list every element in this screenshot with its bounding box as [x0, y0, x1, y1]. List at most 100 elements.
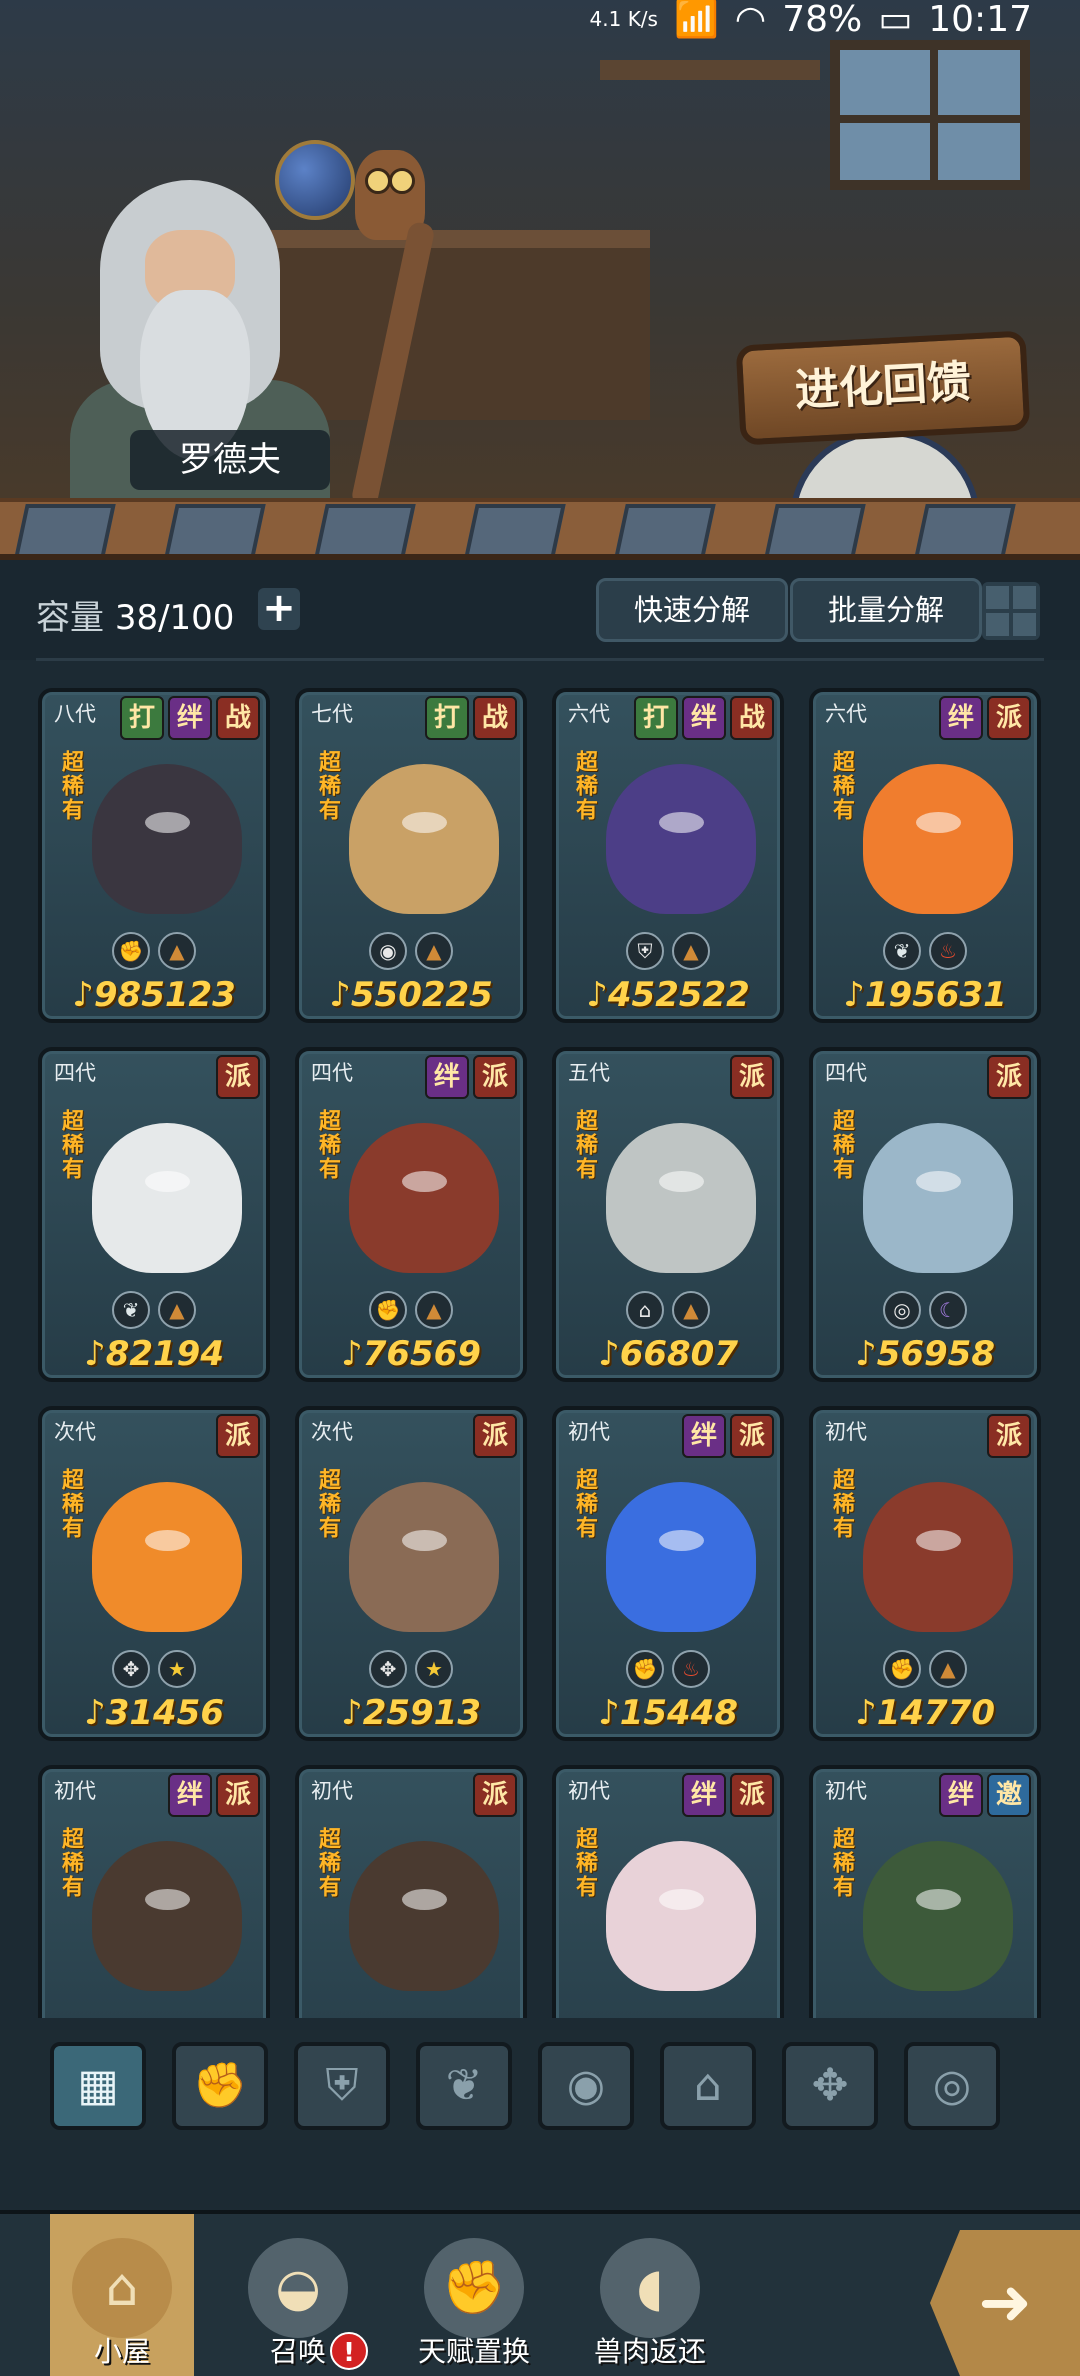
egg-icon: ◒: [248, 2238, 348, 2338]
power-number: 452522: [607, 975, 750, 1015]
trait-tag: 绊: [682, 1414, 726, 1458]
power-icon: ♪: [598, 1693, 620, 1733]
grid-view-icon[interactable]: [982, 582, 1040, 640]
pet-card[interactable]: 四代 绊派超稀有 ✊ ▲ ♪76569: [295, 1047, 527, 1382]
power-value: ♪76569: [299, 1334, 523, 1374]
pet-card[interactable]: 六代打绊战超稀有 ⛨ ▲ ♪452522: [552, 688, 784, 1023]
alien-filter-button[interactable]: ◉: [538, 2042, 634, 2130]
evolve-reward-button[interactable]: 进化回馈: [735, 330, 1031, 446]
batch-decompose-button[interactable]: 批量分解: [790, 578, 982, 642]
nav-house[interactable]: ⌂ 小屋: [50, 2214, 194, 2376]
trait-tag: 战: [730, 696, 774, 740]
forward-arrow-button[interactable]: ➜: [930, 2230, 1080, 2376]
moon-icon: ☾: [929, 1291, 967, 1329]
trait-tags: 打绊战: [120, 696, 260, 740]
star-icon: ★: [158, 1650, 196, 1688]
generation-label: 五代: [568, 1061, 610, 1085]
tower-filter-button[interactable]: ⌂: [660, 2042, 756, 2130]
earth-icon: ▲: [929, 1650, 967, 1688]
fist-icon: ✊: [424, 2238, 524, 2338]
fist-icon: ✊: [883, 1650, 921, 1688]
battery-text: 78%: [782, 0, 863, 40]
nav-talent-swap-label: 天赋置换: [417, 2335, 530, 2368]
all-types-filter-button[interactable]: ▦: [50, 2042, 146, 2130]
trait-tag: 派: [216, 1773, 260, 1817]
nav-talent-swap[interactable]: ✊ 天赋置换: [402, 2214, 546, 2376]
pet-card[interactable]: 初代 绊派超稀有: [552, 1765, 784, 2018]
add-capacity-button[interactable]: +: [258, 588, 300, 630]
pet-card[interactable]: 初代 绊派超稀有 ✊ ♨ ♪15448: [552, 1406, 784, 1741]
shield-wings-filter-button[interactable]: ⛨: [294, 2042, 390, 2130]
trait-tags: 绊派: [168, 1773, 260, 1817]
pet-card[interactable]: 四代 派超稀有 ◎ ☾ ♪56958: [809, 1047, 1041, 1382]
fist-filter-button[interactable]: ✊: [172, 2042, 268, 2130]
trait-tag: 绊: [168, 696, 212, 740]
power-value: ♪66807: [556, 1334, 780, 1374]
alien-icon: ◉: [369, 932, 407, 970]
pet-card[interactable]: 初代 绊派超稀有: [38, 1765, 270, 2018]
trait-tags: 绊派: [939, 696, 1031, 740]
power-value: ♪25913: [299, 1693, 523, 1733]
pet-card[interactable]: 七代 打战超稀有 ◉ ▲ ♪550225: [295, 688, 527, 1023]
pet-card[interactable]: 次代 派超稀有 ✥ ★ ♪25913: [295, 1406, 527, 1741]
generation-label: 初代: [825, 1420, 867, 1444]
pet-card[interactable]: 四代 派超稀有 ❦ ▲ ♪82194: [38, 1047, 270, 1382]
trait-tags: 绊派: [425, 1055, 517, 1099]
status-bar: 4.1 K/s 📶 ◠ 78% ▭ 10:17: [0, 0, 1080, 40]
plank-slab: [314, 504, 416, 554]
creature-portrait: [606, 1123, 756, 1273]
grid-cell: [986, 613, 1009, 636]
pet-card[interactable]: 次代 派超稀有 ✥ ★ ♪31456: [38, 1406, 270, 1741]
plank-slab: [164, 504, 266, 554]
plank-slab: [14, 504, 116, 554]
pet-card[interactable]: 五代 派超稀有 ⌂ ▲ ♪66807: [552, 1047, 784, 1382]
trait-tag: 打: [425, 696, 469, 740]
power-number: 76569: [362, 1334, 481, 1374]
trait-tag: 邀: [987, 1773, 1031, 1817]
generation-label: 四代: [825, 1061, 867, 1085]
generation-label: 初代: [311, 1779, 353, 1803]
rarity-label: 超稀有: [829, 750, 854, 822]
power-number: 25913: [362, 1693, 481, 1733]
trait-tags: 打绊战: [634, 696, 774, 740]
plank-slab: [464, 504, 566, 554]
hero-scene: 罗德夫 进化回馈: [0, 0, 1080, 520]
pet-card[interactable]: 初代 派超稀有 ✊ ▲ ♪14770: [809, 1406, 1041, 1741]
shield-icon: ⛨: [626, 932, 664, 970]
trait-tags: 打战: [425, 696, 517, 740]
fist-icon: ✊: [112, 932, 150, 970]
pet-card[interactable]: 初代 派超稀有: [295, 1765, 527, 2018]
meat-icon: ◖: [600, 2238, 700, 2338]
power-number: 550225: [350, 975, 493, 1015]
trait-tag: 绊: [939, 696, 983, 740]
attribute-icons: ✥ ★: [42, 1650, 266, 1688]
attribute-icons: ❦ ▲: [42, 1291, 266, 1329]
power-value: ♪195631: [813, 975, 1037, 1015]
divider: [36, 658, 1044, 661]
trait-tag: 派: [987, 1055, 1031, 1099]
trait-tag: 派: [473, 1414, 517, 1458]
capacity-label: 容量: [36, 598, 104, 638]
quick-decompose-button[interactable]: 快速分解: [596, 578, 788, 642]
compass-filter-button[interactable]: ✥: [782, 2042, 878, 2130]
nav-meat-return[interactable]: ◖ 兽肉返还: [578, 2214, 722, 2376]
trait-tag: 战: [216, 696, 260, 740]
rarity-label: 超稀有: [572, 1109, 597, 1181]
trait-tag: 派: [730, 1055, 774, 1099]
eye-filter-button[interactable]: ◎: [904, 2042, 1000, 2130]
fist-icon: ✊: [626, 1650, 664, 1688]
leaf-filter-button[interactable]: ❦: [416, 2042, 512, 2130]
attribute-icons: ✊ ♨: [556, 1650, 780, 1688]
pet-card-grid: 八代打绊战超稀有 ✊ ▲ ♪985123 七代打战超稀有 ◉ ▲ ♪550225 六代打绊战超稀…: [38, 688, 1042, 2018]
pet-card[interactable]: 六代 绊派超稀有 ❦ ♨ ♪195631: [809, 688, 1041, 1023]
tower-icon: ⌂: [626, 1291, 664, 1329]
trait-tag: 绊: [682, 1773, 726, 1817]
leaf-icon: ❦: [883, 932, 921, 970]
rarity-label: 超稀有: [315, 750, 340, 822]
pet-card[interactable]: 八代打绊战超稀有 ✊ ▲ ♪985123: [38, 688, 270, 1023]
generation-label: 七代: [311, 702, 353, 726]
fire-icon: ♨: [929, 932, 967, 970]
pet-card[interactable]: 初代 绊邀超稀有: [809, 1765, 1041, 2018]
generation-label: 八代: [54, 702, 96, 726]
creature-portrait: [349, 1841, 499, 1991]
